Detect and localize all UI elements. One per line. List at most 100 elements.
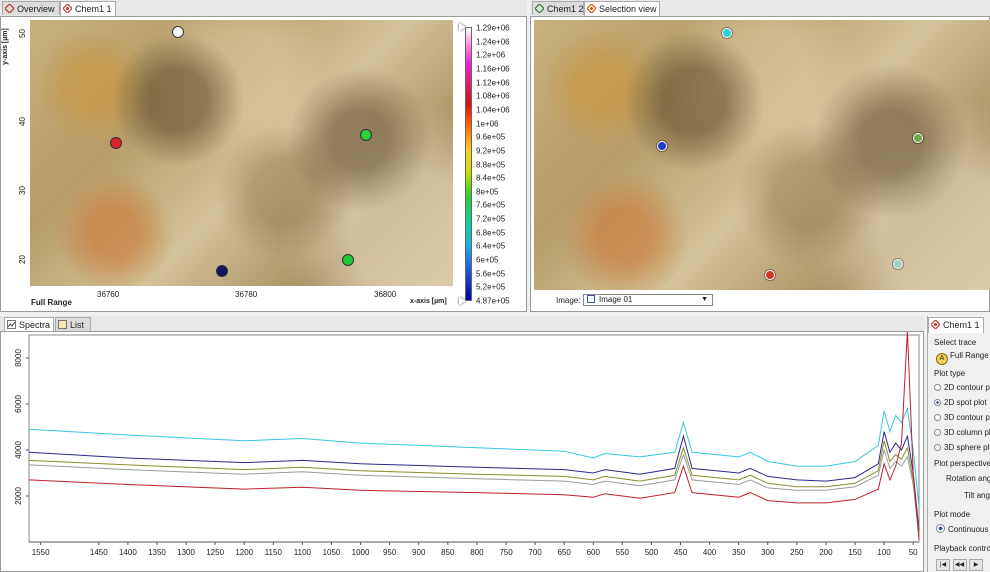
selection-marker-pale[interactable] — [893, 259, 903, 269]
colorbar-tick-label: 1.2e+06 — [476, 50, 506, 60]
rotation-label: Rotation angl — [946, 474, 990, 483]
first-frame-button[interactable]: |◀ — [936, 559, 950, 571]
x-tick-label: 900 — [412, 548, 426, 557]
tab-chem1-2[interactable]: Chem1 2 — [532, 1, 584, 15]
image-icon — [587, 295, 595, 303]
plot-type-option-label: 3D contour pl — [944, 413, 990, 422]
trace-value: Full Range — [950, 351, 989, 360]
x-tick-label: 1000 — [352, 548, 370, 557]
plot-type-option[interactable]: 3D contour pl — [934, 413, 990, 422]
diamond-icon — [586, 3, 597, 14]
x-tick-label: 350 — [732, 548, 746, 557]
x-tick-label: 750 — [499, 548, 513, 557]
tab-overview[interactable]: Overview — [2, 1, 60, 15]
tab-list[interactable]: List — [55, 317, 91, 331]
selection-marker-olive[interactable] — [913, 133, 923, 143]
x-tick-label: 250 — [790, 548, 804, 557]
y-tick-label: 4000 — [14, 441, 23, 459]
radio-icon — [934, 429, 941, 436]
y-tick-label: 2000 — [14, 487, 23, 505]
select-trace-label: Select trace — [934, 338, 977, 347]
chem-map-image[interactable] — [30, 20, 453, 286]
colorbar-tick-label: 1.16e+06 — [476, 64, 510, 74]
tab-chem1-1[interactable]: Chem1 1 — [60, 1, 116, 17]
colorbar: 1.29e+06 1.24e+06 1.2e+06 1.16e+06 1.12e+06 1… — [459, 23, 528, 306]
selection-view-panel: Image: Image 01 ▼ — [530, 16, 990, 312]
plot-mode-option[interactable]: Continuous — [936, 524, 988, 534]
spectra-chart[interactable]: 1550 1450 1400 1350 1300 1250 1200 1150 1100 1050… — [1, 332, 923, 571]
x-tick-label: 700 — [528, 548, 542, 557]
x-tick-label: 300 — [761, 548, 775, 557]
map-marker-navy[interactable] — [216, 265, 228, 277]
x-tick-label: 100 — [877, 548, 891, 557]
image-label: Image: — [556, 296, 581, 305]
x-tick-label: 500 — [645, 548, 659, 557]
tab-selection-view[interactable]: Selection view — [584, 1, 660, 17]
selection-marker-red[interactable] — [765, 270, 775, 280]
diamond-icon — [62, 3, 73, 14]
left-tabbar: Overview Chem1 1 — [0, 0, 527, 17]
playback-label: Playback controls — [934, 544, 990, 553]
x-tick-label: 50 — [909, 548, 918, 557]
x-tick-label: 450 — [674, 548, 688, 557]
tab-side-chem1-1[interactable]: Chem1 1 — [928, 317, 984, 333]
right-tabbar: Chem1 2 Selection view — [530, 0, 990, 17]
plot-type-option[interactable]: 3D sphere plo — [934, 443, 990, 452]
plot-mode-label: Plot mode — [934, 510, 971, 519]
x-tick-label: 1050 — [323, 548, 341, 557]
x-tick: 36780 — [235, 290, 258, 299]
diamond-icon — [4, 3, 15, 14]
map-marker-red[interactable] — [110, 137, 122, 149]
colorbar-tick-label: 5.2e+05 — [476, 282, 506, 292]
image-select-value: Image 01 — [599, 295, 633, 304]
x-tick-label: 400 — [703, 548, 717, 557]
colorbar-tick-label: 1.24e+06 — [476, 37, 510, 47]
tab-label: List — [70, 320, 85, 330]
colorbar-tick-label: 6.4e+05 — [476, 241, 506, 251]
play-button[interactable]: ▶ — [969, 559, 984, 571]
plot-mode-value: Continuous — [948, 525, 989, 534]
x-tick: 36800 — [374, 290, 397, 299]
image-select[interactable]: Image 01 ▼ — [583, 294, 713, 306]
colorbar-bottom-handle[interactable] — [459, 297, 466, 305]
tab-label: Chem1 1 — [943, 320, 980, 330]
tab-label: Chem1 2 — [547, 4, 584, 14]
playback-controls: |◀ ◀◀ ▶ — [936, 558, 984, 571]
x-tick-label: 150 — [848, 548, 862, 557]
y-tick: 20 — [17, 255, 27, 264]
map-marker-white[interactable] — [172, 26, 184, 38]
colorbar-tick-label: 7.2e+05 — [476, 214, 506, 224]
selection-image[interactable] — [534, 20, 990, 290]
plot-type-option-label: 3D column plo — [944, 428, 990, 437]
selection-marker-blue[interactable] — [657, 141, 667, 151]
tab-spectra[interactable]: Spectra — [4, 317, 54, 332]
bottom-tabbar: Spectra List — [0, 316, 924, 332]
plot-type-option[interactable]: 2D contour pl — [934, 383, 990, 392]
colorbar-tick-label: 9.6e+05 — [476, 132, 506, 142]
colorbar-tick-label: 9.2e+05 — [476, 146, 506, 156]
trace-selector[interactable]: A Full Range — [936, 351, 989, 365]
prev-frame-button[interactable]: ◀◀ — [952, 559, 967, 571]
x-tick: 36760 — [97, 290, 120, 299]
colorbar-top-handle[interactable] — [459, 23, 466, 31]
plot-type-option[interactable]: 3D column plo — [934, 428, 990, 437]
colorbar-tick-label: 1.08e+06 — [476, 91, 510, 101]
x-axis-label: x-axis [µm] — [410, 298, 447, 305]
selection-marker-cyan[interactable] — [722, 28, 732, 38]
tab-label: Overview — [17, 4, 55, 14]
chevron-down-icon: ▼ — [701, 296, 708, 303]
colorbar-tick-label: 6.8e+05 — [476, 228, 506, 238]
radio-icon — [934, 384, 941, 391]
x-tick-label: 1350 — [148, 548, 166, 557]
side-panel: Chem1 1 Select trace A Full Range Plot ty… — [927, 316, 990, 572]
x-tick-label: 950 — [383, 548, 397, 557]
tab-label: Selection view — [599, 4, 657, 14]
tab-label: Spectra — [19, 320, 51, 330]
colorbar-tick-label: 1.12e+06 — [476, 78, 510, 88]
map-marker-green[interactable] — [342, 254, 354, 266]
colorbar-tick-label: 1e+06 — [476, 119, 499, 129]
map-marker-green[interactable] — [360, 129, 372, 141]
plot-type-option[interactable]: 2D spot plot — [934, 398, 987, 407]
plot-type-label: Plot type — [934, 369, 966, 378]
x-tick-label: 1450 — [90, 548, 108, 557]
